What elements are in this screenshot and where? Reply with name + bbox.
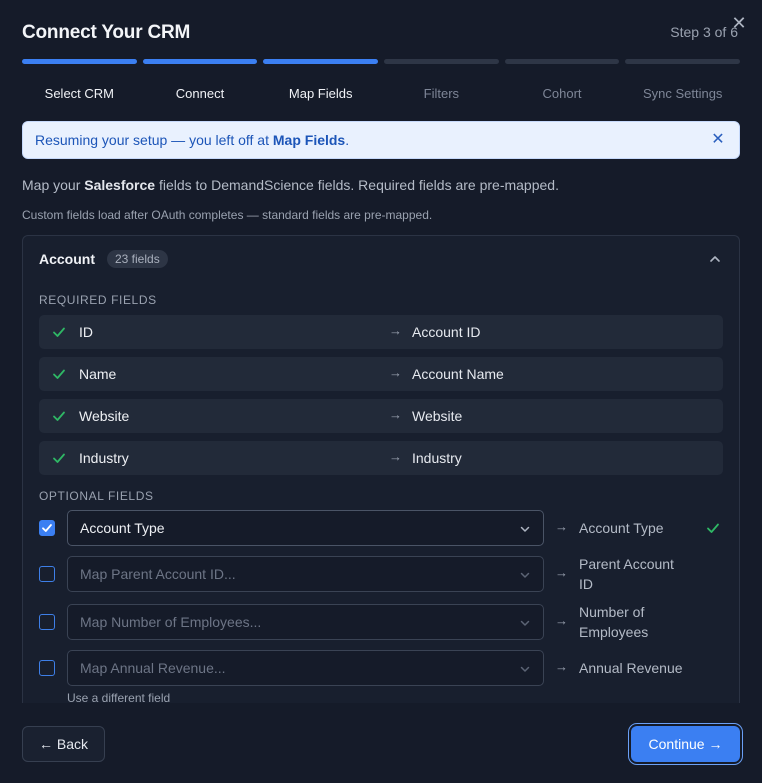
use-different-field-link[interactable]: Use a different field xyxy=(67,691,170,703)
target-field: Account Name xyxy=(412,366,504,382)
arrow-right-icon: → xyxy=(389,365,402,380)
optional-fields-heading: OPTIONAL FIELDS xyxy=(39,489,154,503)
target-field: Industry xyxy=(412,450,462,466)
mapping-description: Map your Salesforce fields to DemandScie… xyxy=(22,177,559,193)
check-icon xyxy=(53,411,65,421)
check-icon xyxy=(707,523,719,533)
account-fields-panel: Account 23 fields REQUIRED FIELDS ID → A… xyxy=(22,235,740,703)
chevron-down-icon xyxy=(520,666,530,672)
required-field-row: Website → Website xyxy=(39,399,723,433)
check-icon xyxy=(53,369,65,379)
chevron-down-icon xyxy=(520,526,530,532)
check-icon xyxy=(53,453,65,463)
continue-button[interactable]: Continue → xyxy=(631,726,740,762)
source-field: Industry xyxy=(79,450,129,466)
panel-header[interactable]: Account 23 fields xyxy=(39,249,723,269)
field-checkbox[interactable] xyxy=(39,520,55,536)
field-select[interactable]: Map Annual Revenue... xyxy=(67,650,544,686)
target-field: Account ID xyxy=(412,324,481,340)
optional-field-row: Account Type → Account Type xyxy=(39,510,723,546)
required-fields-heading: REQUIRED FIELDS xyxy=(39,293,157,307)
progress-segment-map-fields xyxy=(263,59,379,64)
progress-segment-filters xyxy=(384,59,499,64)
arrow-right-icon: → xyxy=(389,407,402,422)
arrow-right-icon: → xyxy=(389,449,402,464)
arrow-right-icon: → xyxy=(389,323,402,338)
custom-fields-note: Custom fields load after OAuth completes… xyxy=(22,208,433,222)
source-field: ID xyxy=(79,324,93,340)
step-filters: Filters xyxy=(423,86,460,101)
step-labels: Select CRM Connect Map Fields Filters Co… xyxy=(22,86,740,101)
required-field-row: ID → Account ID xyxy=(39,315,723,349)
checkmark-icon xyxy=(42,524,52,532)
arrow-right-icon: → xyxy=(555,519,568,534)
target-field: Annual Revenue xyxy=(579,660,683,676)
select-placeholder: Map Annual Revenue... xyxy=(80,660,226,676)
progress-segment-select-crm xyxy=(22,59,137,64)
banner-close-icon[interactable]: ✕ xyxy=(709,131,727,149)
optional-field-row: Map Parent Account ID... → Parent Accoun… xyxy=(39,556,723,592)
arrow-right-icon: → xyxy=(555,613,568,628)
crm-setup-modal: ✕ Connect Your CRM Step 3 of 6 Select CR… xyxy=(0,0,762,783)
field-count-badge: 23 fields xyxy=(107,250,168,268)
progress-segment-connect xyxy=(142,59,258,64)
select-value: Account Type xyxy=(80,520,165,536)
required-field-row: Industry → Industry xyxy=(39,441,723,475)
field-select[interactable]: Map Parent Account ID... xyxy=(67,556,544,592)
resume-banner: Resuming your setup — you left off at Ma… xyxy=(22,121,740,159)
select-placeholder: Map Parent Account ID... xyxy=(80,566,236,582)
chevron-up-icon[interactable] xyxy=(707,251,723,267)
progress-segment-sync-settings xyxy=(625,59,741,64)
progress-segment-cohort xyxy=(504,59,620,64)
step-counter: Step 3 of 6 xyxy=(670,24,738,40)
source-field: Name xyxy=(79,366,117,382)
required-field-row: Name → Account Name xyxy=(39,357,723,391)
field-checkbox[interactable] xyxy=(39,660,55,676)
panel-title: Account xyxy=(39,251,95,267)
back-button[interactable]: ← Back xyxy=(22,726,105,762)
optional-field-row: Map Annual Revenue... → Annual Revenue xyxy=(39,650,723,686)
optional-field-row: Map Number of Employees... → Number of E… xyxy=(39,604,723,640)
progress-bar xyxy=(22,59,741,64)
chevron-down-icon xyxy=(520,572,530,578)
field-checkbox[interactable] xyxy=(39,614,55,630)
arrow-right-icon: → xyxy=(555,565,568,580)
step-map-fields[interactable]: Map Fields xyxy=(263,86,378,101)
target-field: Account Type xyxy=(579,520,664,536)
step-cohort: Cohort xyxy=(542,86,582,101)
field-checkbox[interactable] xyxy=(39,566,55,582)
source-field: Website xyxy=(79,408,130,424)
arrow-right-icon: → xyxy=(555,659,568,674)
step-connect[interactable]: Connect xyxy=(143,86,258,101)
chevron-down-icon xyxy=(520,620,530,626)
select-placeholder: Map Number of Employees... xyxy=(80,614,262,630)
target-field: Number of Employees xyxy=(579,604,649,640)
field-select[interactable]: Account Type xyxy=(67,510,544,546)
modal-header: Connect Your CRM Step 3 of 6 xyxy=(22,20,740,48)
step-sync-settings: Sync Settings xyxy=(642,86,723,101)
field-select[interactable]: Map Number of Employees... xyxy=(67,604,544,640)
check-icon xyxy=(53,327,65,337)
step-select-crm[interactable]: Select CRM xyxy=(22,86,137,101)
target-field: Parent Account ID xyxy=(579,556,674,592)
banner-text: Resuming your setup — you left off at Ma… xyxy=(35,132,350,148)
target-field: Website xyxy=(412,408,463,424)
modal-title: Connect Your CRM xyxy=(22,22,191,43)
